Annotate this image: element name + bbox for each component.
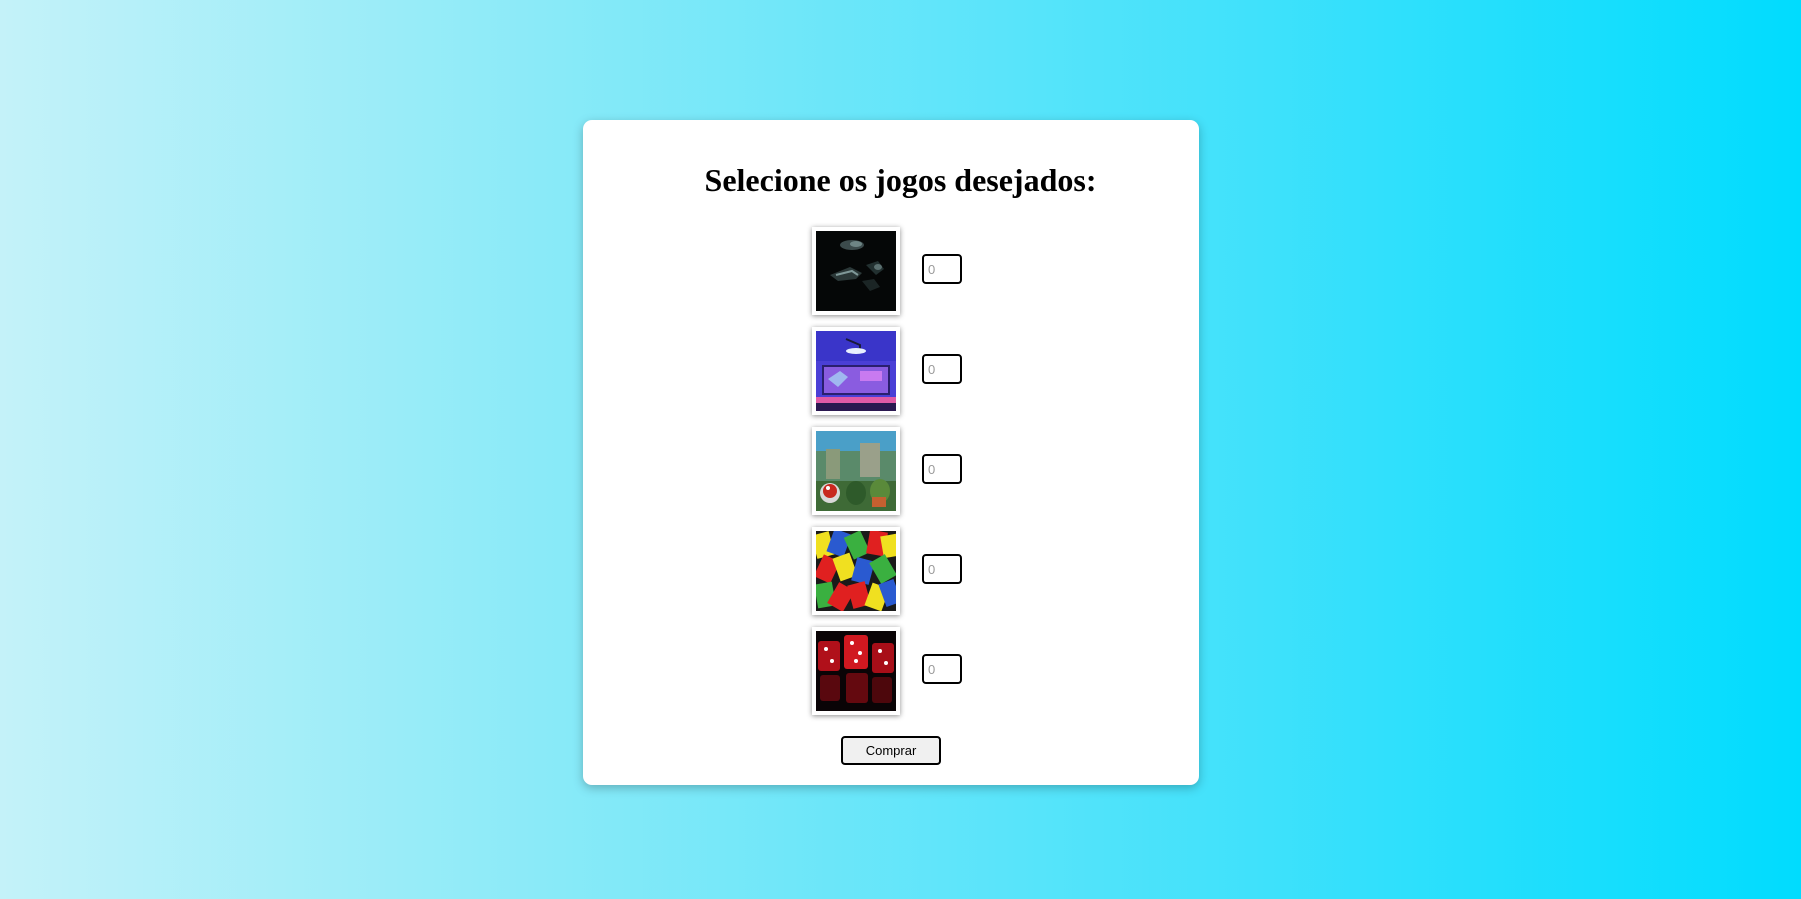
game-row [812,227,972,317]
game-row [812,327,972,417]
quantity-input[interactable] [922,354,962,384]
buy-button[interactable]: Comprar [841,736,941,765]
page-title: Selecione os jogos desejados: [704,162,1097,198]
game-row [812,527,972,617]
game-row [812,427,972,517]
quantity-input[interactable] [922,254,962,284]
soldiers-game-thumbnail [812,227,900,315]
quantity-input[interactable] [922,554,962,584]
adventure-game-thumbnail [812,427,900,515]
quantity-input[interactable] [922,654,962,684]
gaming-setup-game-thumbnail [812,327,900,415]
uno-cards-game-thumbnail [812,527,900,615]
red-dice-game-thumbnail [812,627,900,715]
game-row [812,627,972,717]
quantity-input[interactable] [922,454,962,484]
